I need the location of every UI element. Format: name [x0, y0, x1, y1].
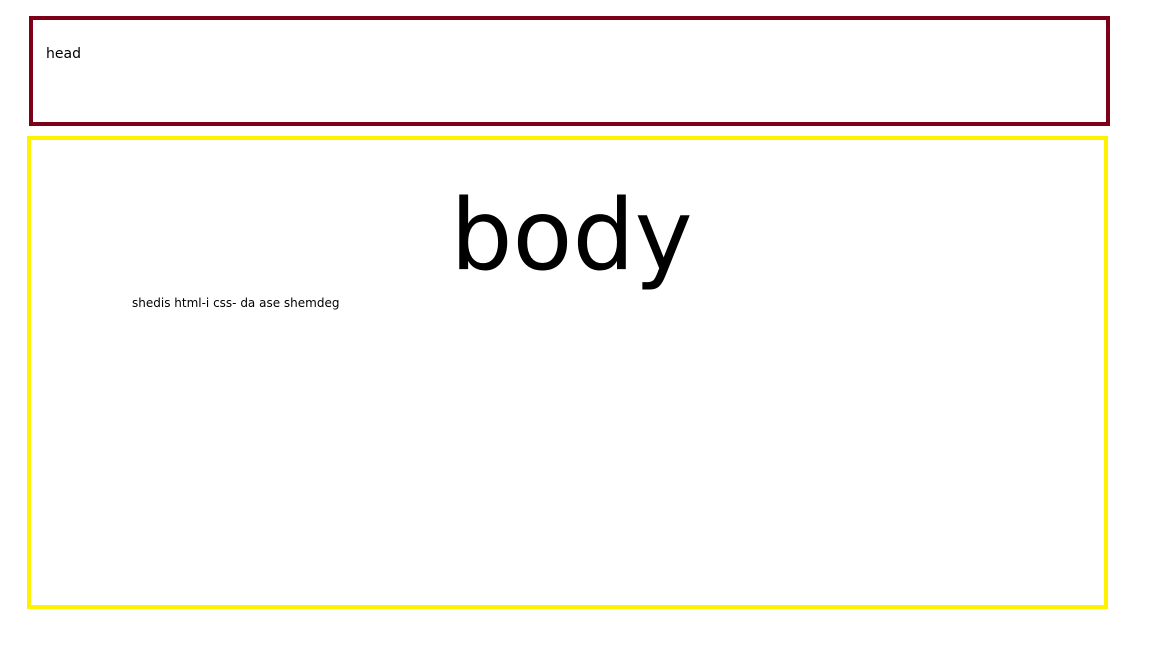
body-box: body shedis html-i css- da ase shemdeg: [27, 136, 1108, 609]
body-title: body: [450, 179, 693, 293]
body-text: shedis html-i css- da ase shemdeg: [132, 296, 340, 310]
head-box: head: [29, 16, 1110, 126]
head-label: head: [46, 46, 81, 62]
